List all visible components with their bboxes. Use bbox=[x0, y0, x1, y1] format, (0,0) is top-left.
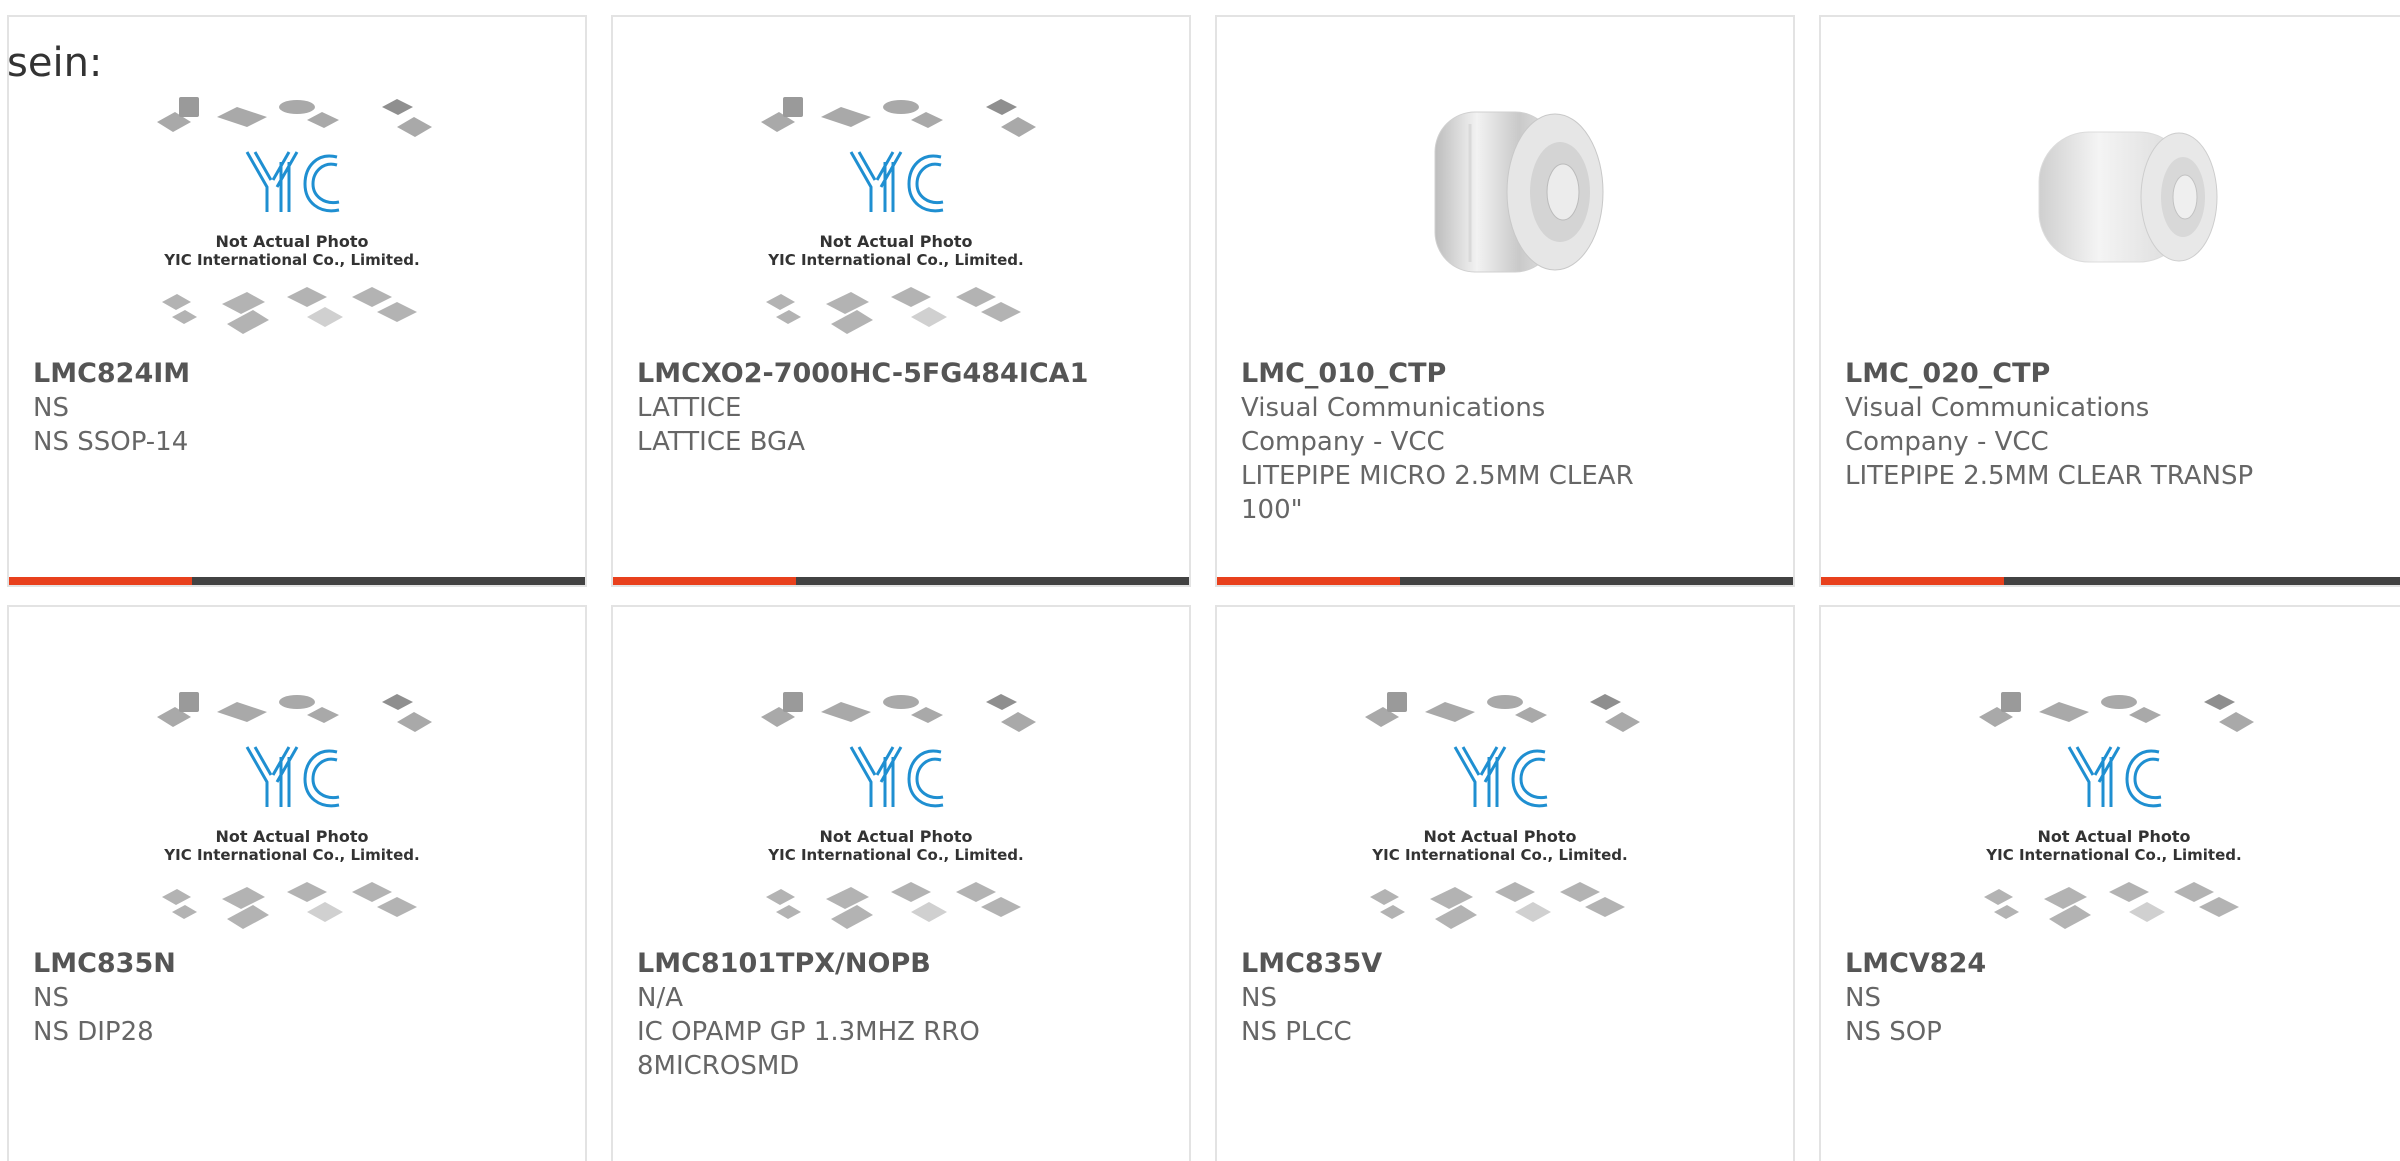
product-card[interactable]: Not Actual Photo YIC International Co., … bbox=[1215, 605, 1795, 1161]
product-description: NS PLCC bbox=[1241, 1017, 1352, 1047]
part-number-link[interactable]: LMC_020_CTP bbox=[1845, 357, 2393, 391]
card-progress-bar bbox=[1821, 577, 2400, 585]
placeholder-line-2: YIC International Co., Limited. bbox=[767, 846, 1023, 864]
manufacturer: NS bbox=[33, 983, 69, 1013]
part-number-link[interactable]: LMC8101TPX/NOPB bbox=[637, 947, 1165, 981]
product-card[interactable]: LMC_020_CTP Visual Communications Compan… bbox=[1819, 15, 2400, 587]
part-number-link[interactable]: LMC824IM bbox=[33, 357, 561, 391]
placeholder-line-2: YIC International Co., Limited. bbox=[1371, 846, 1627, 864]
card-accent-bar bbox=[613, 577, 796, 585]
part-number-link[interactable]: LMC835N bbox=[33, 947, 561, 981]
product-description: LITEPIPE 2.5MM CLEAR TRANSP bbox=[1845, 461, 2254, 491]
manufacturer: N/A bbox=[637, 983, 683, 1013]
placeholder-line-2: YIC International Co., Limited. bbox=[163, 846, 419, 864]
product-info: LMC824IM NS NS SSOP-14 bbox=[33, 357, 561, 459]
placeholder-line-1: Not Actual Photo bbox=[819, 827, 972, 846]
manufacturer: LATTICE bbox=[637, 393, 742, 423]
placeholder-image: Not Actual Photo YIC International Co., … bbox=[1365, 692, 1640, 929]
product-info: LMC835V NS NS PLCC bbox=[1241, 947, 1769, 1049]
product-image[interactable]: Not Actual Photo YIC International Co., … bbox=[9, 687, 585, 962]
placeholder-line-1: Not Actual Photo bbox=[215, 827, 368, 846]
product-description: IC OPAMP GP 1.3MHZ RRO 8MICROSMD bbox=[637, 1017, 980, 1081]
product-image[interactable]: Not Actual Photo YIC International Co., … bbox=[9, 92, 585, 367]
product-image[interactable]: Not Actual Photo YIC International Co., … bbox=[1821, 687, 2400, 962]
manufacturer: Visual Communications Company - VCC bbox=[1241, 393, 1546, 457]
placeholder-line-1: Not Actual Photo bbox=[215, 232, 368, 251]
placeholder-line-2: YIC International Co., Limited. bbox=[1985, 846, 2241, 864]
product-description: NS SOP bbox=[1845, 1017, 1942, 1047]
product-info: LMC8101TPX/NOPB N/A IC OPAMP GP 1.3MHZ R… bbox=[637, 947, 1165, 1083]
placeholder-image: Not Actual Photo YIC International Co., … bbox=[761, 97, 1036, 334]
placeholder-image: Not Actual Photo YIC International Co., … bbox=[157, 97, 432, 334]
litepipe-short-image bbox=[1434, 111, 1604, 273]
product-card[interactable]: Not Actual Photo YIC International Co., … bbox=[7, 15, 587, 587]
product-description: NS SSOP-14 bbox=[33, 427, 189, 457]
product-info: LMCXO2-7000HC-5FG484ICA1 LATTICE LATTICE… bbox=[637, 357, 1165, 459]
placeholder-line-1: Not Actual Photo bbox=[1423, 827, 1576, 846]
product-card[interactable]: Not Actual Photo YIC International Co., … bbox=[611, 15, 1191, 587]
placeholder-line-1: Not Actual Photo bbox=[2037, 827, 2190, 846]
manufacturer: Visual Communications Company - VCC bbox=[1845, 393, 2150, 457]
product-card[interactable]: LMC_010_CTP Visual Communications Compan… bbox=[1215, 15, 1795, 587]
product-image[interactable]: Not Actual Photo YIC International Co., … bbox=[613, 92, 1189, 367]
manufacturer: NS bbox=[1241, 983, 1277, 1013]
product-image[interactable]: Not Actual Photo YIC International Co., … bbox=[613, 687, 1189, 962]
product-info: LMC835N NS NS DIP28 bbox=[33, 947, 561, 1049]
placeholder-line-1: Not Actual Photo bbox=[819, 232, 972, 251]
placeholder-image: Not Actual Photo YIC International Co., … bbox=[1979, 692, 2254, 929]
product-image[interactable]: Not Actual Photo YIC International Co., … bbox=[1217, 687, 1793, 962]
product-image[interactable] bbox=[1217, 92, 1793, 367]
product-description: NS DIP28 bbox=[33, 1017, 154, 1047]
card-progress-bar bbox=[9, 577, 585, 585]
product-card[interactable]: Not Actual Photo YIC International Co., … bbox=[611, 605, 1191, 1161]
placeholder-line-2: YIC International Co., Limited. bbox=[163, 251, 419, 269]
manufacturer: NS bbox=[1845, 983, 1881, 1013]
part-number-link[interactable]: LMCV824 bbox=[1845, 947, 2393, 981]
product-grid-page: sein: Not Actual Photo YIC International… bbox=[0, 0, 2400, 1161]
product-card[interactable]: Not Actual Photo YIC International Co., … bbox=[7, 605, 587, 1161]
product-info: LMCV824 NS NS SOP bbox=[1845, 947, 2393, 1049]
card-progress-bar bbox=[613, 577, 1189, 585]
page-text-fragment: sein: bbox=[7, 40, 103, 86]
placeholder-line-2: YIC International Co., Limited. bbox=[767, 251, 1023, 269]
part-number-link[interactable]: LMCXO2-7000HC-5FG484ICA1 bbox=[637, 357, 1165, 391]
litepipe-long-image bbox=[2038, 131, 2218, 263]
placeholder-image: Not Actual Photo YIC International Co., … bbox=[761, 692, 1036, 929]
placeholder-image: Not Actual Photo YIC International Co., … bbox=[157, 692, 432, 929]
product-image[interactable] bbox=[1821, 92, 2400, 367]
product-info: LMC_010_CTP Visual Communications Compan… bbox=[1241, 357, 1769, 527]
card-accent-bar bbox=[9, 577, 192, 585]
product-info: LMC_020_CTP Visual Communications Compan… bbox=[1845, 357, 2393, 493]
part-number-link[interactable]: LMC_010_CTP bbox=[1241, 357, 1769, 391]
card-progress-bar bbox=[1217, 577, 1793, 585]
product-description: LATTICE BGA bbox=[637, 427, 805, 457]
part-number-link[interactable]: LMC835V bbox=[1241, 947, 1769, 981]
product-description: LITEPIPE MICRO 2.5MM CLEAR 100" bbox=[1241, 461, 1634, 525]
manufacturer: NS bbox=[33, 393, 69, 423]
card-accent-bar bbox=[1217, 577, 1400, 585]
card-accent-bar bbox=[1821, 577, 2004, 585]
product-card[interactable]: Not Actual Photo YIC International Co., … bbox=[1819, 605, 2400, 1161]
